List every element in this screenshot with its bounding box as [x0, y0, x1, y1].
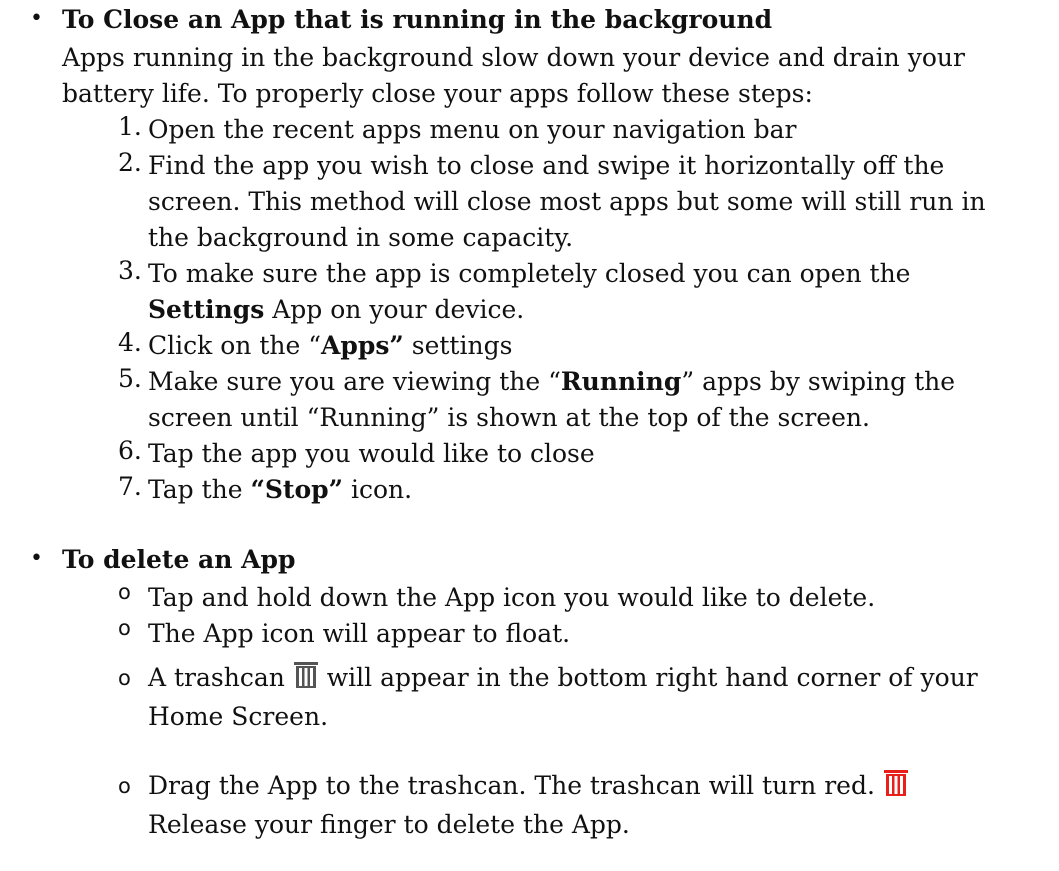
list-marker: o [118, 580, 131, 604]
list-text: Find the app you wish to close and swipe… [148, 151, 986, 252]
trashcan-red-icon [883, 769, 909, 807]
trashcan-gray-icon [293, 661, 319, 699]
list-text: Make sure you are viewing the “Running” … [148, 367, 956, 432]
list-text: Open the recent apps menu on your naviga… [148, 115, 797, 144]
list-marker: o [118, 774, 131, 798]
list-number: 2. [118, 148, 142, 177]
section-heading: To delete an App [62, 545, 296, 574]
bullet-icon: • [30, 6, 43, 31]
section-intro: Apps running in the background slow down… [62, 43, 965, 108]
list-text: Click on the “Apps” settings [148, 331, 513, 360]
list-marker: o [118, 666, 131, 690]
list-number: 6. [118, 436, 142, 465]
list-number: 7. [118, 472, 142, 501]
list-marker: o [118, 616, 131, 640]
list-text: A trashcan will appear in the bottom rig… [148, 661, 978, 731]
list-text: The App icon will appear to float. [148, 619, 571, 648]
list-text: To make sure the app is completely close… [148, 259, 911, 324]
bullet-icon: • [30, 546, 43, 571]
list-number: 5. [118, 364, 142, 393]
list-number: 3. [118, 256, 142, 285]
list-text: Tap and hold down the App icon you would… [148, 583, 876, 612]
list-number: 4. [118, 328, 142, 357]
section-heading: To Close an App that is running in the b… [62, 5, 773, 34]
list-number: 1. [118, 112, 142, 141]
list-text: Tap the “Stop” icon. [148, 475, 413, 504]
list-text: Tap the app you would like to close [148, 439, 595, 468]
list-text: Drag the App to the trashcan. The trashc… [148, 768, 1028, 843]
